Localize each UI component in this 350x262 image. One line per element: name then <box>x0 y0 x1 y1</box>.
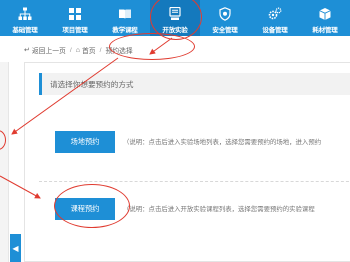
breadcrumb-home-link[interactable]: 首页 <box>82 45 96 55</box>
nav-item-project-management[interactable]: 项目管理 <box>50 0 100 36</box>
nav-item-equipment-management[interactable]: 设备管理 <box>250 0 300 36</box>
sitemap-icon <box>17 7 33 21</box>
prompt-text: 请选择你想要预约的方式 <box>50 79 134 89</box>
chevron-left-icon: ◀ <box>12 243 19 253</box>
nav-item-basic-management[interactable]: 基础管理 <box>0 0 50 36</box>
breadcrumb-separator: / <box>99 46 102 54</box>
nav-label: 安全管理 <box>212 27 238 34</box>
reservation-panel: 请选择你想要预约的方式 场地预约 （说明：点击后进入实验场地列表，选择您需要预约… <box>24 62 350 262</box>
breadcrumb: ↵ 返回上一页 / ⌂ 首页 / 预约选择 <box>24 44 133 56</box>
computer-icon <box>167 7 183 21</box>
top-nav: 基础管理 项目管理 教学课程 开放实验 安全管理 设备管理 耗材管理 <box>0 0 350 36</box>
course-reservation-button[interactable]: 课程预约 <box>55 198 115 220</box>
grid-icon <box>67 7 83 21</box>
venue-reservation-button[interactable]: 场地预约 <box>55 131 115 153</box>
breadcrumb-back-link[interactable]: 返回上一页 <box>32 45 66 55</box>
book-icon <box>117 7 133 21</box>
nav-label: 开放实验 <box>162 27 188 34</box>
option-row-venue: 场地预约 （说明：点击后进入实验场地列表，选择您需要预约的场地，进入预约 <box>39 115 350 169</box>
nav-label: 耗材管理 <box>312 27 338 34</box>
nav-label: 设备管理 <box>262 27 288 34</box>
nav-label: 教学课程 <box>112 27 138 34</box>
back-arrow-icon: ↵ <box>24 47 30 54</box>
course-reservation-description: （说明：点击后进入开放实验课程列表，选择您需要预约的实验课程 <box>123 206 315 213</box>
venue-reservation-description: （说明：点击后进入实验场地列表，选择您需要预约的场地，进入预约 <box>123 139 322 146</box>
nav-item-open-experiment[interactable]: 开放实验 <box>150 0 200 36</box>
breadcrumb-current: 预约选择 <box>105 48 133 55</box>
nav-item-teaching-courses[interactable]: 教学课程 <box>100 0 150 36</box>
gears-icon <box>267 7 283 21</box>
home-icon: ⌂ <box>75 46 80 54</box>
sidebar-toggle-button[interactable]: ◀ <box>10 234 21 262</box>
breadcrumb-separator: / <box>69 46 72 54</box>
nav-item-consumables-management[interactable]: 耗材管理 <box>300 0 350 36</box>
option-row-course: 课程预约 （说明：点击后进入开放实验课程列表，选择您需要预约的实验课程 <box>39 181 350 235</box>
left-sidebar-edge <box>0 62 9 262</box>
prompt-bar: 请选择你想要预约的方式 <box>39 73 350 95</box>
nav-label: 基础管理 <box>12 27 38 34</box>
arrow-nav-to-breadcrumb <box>149 37 173 55</box>
box-icon <box>317 7 333 21</box>
nav-item-safety-management[interactable]: 安全管理 <box>200 0 250 36</box>
shield-gear-icon <box>217 7 233 21</box>
nav-label: 项目管理 <box>62 27 88 34</box>
